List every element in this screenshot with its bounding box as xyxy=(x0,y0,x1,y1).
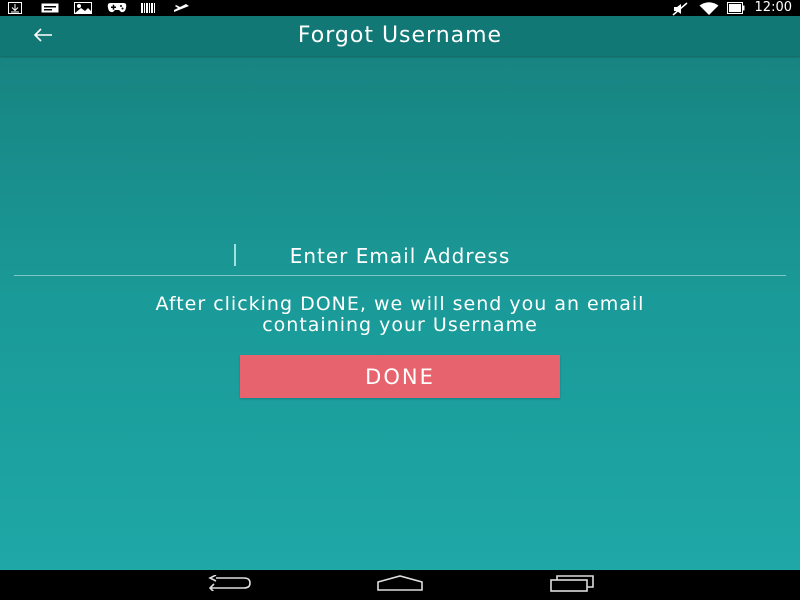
info-message: After clicking DONE, we will send you an… xyxy=(0,294,800,336)
home-icon xyxy=(376,575,424,595)
status-bar: 12:00 xyxy=(0,0,800,16)
wifi-icon xyxy=(699,2,719,15)
back-arrow-icon xyxy=(33,27,53,46)
info-line-1: After clicking DONE, we will send you an… xyxy=(155,293,645,315)
nav-back-button[interactable] xyxy=(204,574,254,596)
app-bar: Forgot Username xyxy=(0,16,800,56)
nav-home-button[interactable] xyxy=(375,574,425,596)
status-time: 12:00 xyxy=(754,0,792,15)
back-button[interactable] xyxy=(28,22,58,50)
download-icon xyxy=(8,2,26,14)
image-icon xyxy=(74,2,92,14)
battery-icon xyxy=(726,2,745,14)
gamepad-icon xyxy=(107,2,127,14)
plane-icon xyxy=(173,2,191,14)
system-icons: 12:00 xyxy=(671,0,792,16)
navigation-bar xyxy=(0,570,800,600)
page-title: Forgot Username xyxy=(297,23,503,48)
barcode-icon xyxy=(140,2,158,14)
info-line-2: containing your Username xyxy=(262,314,538,336)
mute-icon xyxy=(671,2,689,16)
text-cursor xyxy=(234,244,236,266)
recents-icon xyxy=(549,574,595,596)
notification-icons xyxy=(8,1,191,15)
screen: 12:00 Forgot Username After clicking DON… xyxy=(0,0,800,600)
message-icon xyxy=(41,2,59,14)
email-field-container xyxy=(14,236,786,278)
email-input[interactable] xyxy=(14,236,786,276)
nav-recents-button[interactable] xyxy=(547,574,597,596)
back-icon xyxy=(206,574,252,595)
done-button[interactable]: DONE xyxy=(240,355,560,398)
